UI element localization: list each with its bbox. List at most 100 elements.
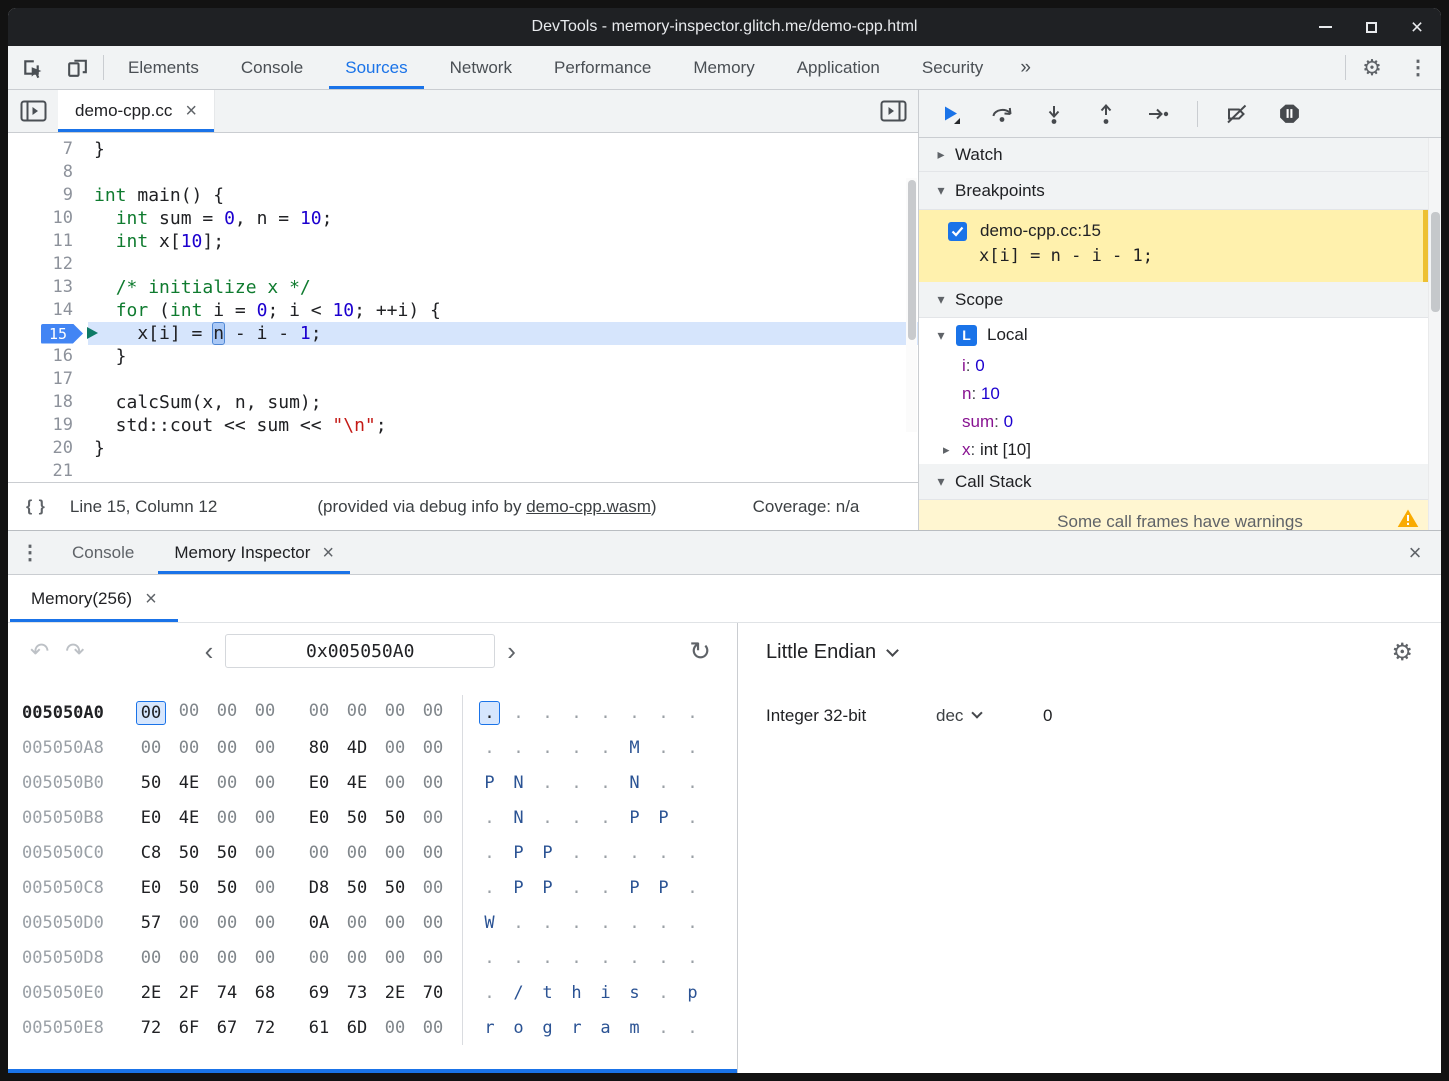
breakpoint-entry[interactable]: demo-cpp.cc:15 x[i] = n - i - 1; xyxy=(919,210,1428,282)
byte-cell[interactable]: 00 xyxy=(246,773,284,793)
resume-button[interactable] xyxy=(937,101,963,127)
byte-cell[interactable]: 00 xyxy=(300,948,338,968)
byte-cell[interactable]: 4E xyxy=(170,808,208,828)
byte-cell[interactable]: 00 xyxy=(376,843,414,863)
ascii-cell[interactable]: r xyxy=(562,1018,591,1038)
byte-cell[interactable]: 57 xyxy=(132,913,170,933)
ascii-cell[interactable]: . xyxy=(533,808,562,828)
byte-cell[interactable]: 00 xyxy=(338,913,376,933)
byte-cell[interactable]: 61 xyxy=(300,1018,338,1038)
byte-cell[interactable]: 00 xyxy=(208,948,246,968)
byte-cell[interactable]: 00 xyxy=(246,913,284,933)
byte-cell[interactable]: 00 xyxy=(170,701,208,725)
ascii-cell[interactable]: t xyxy=(533,983,562,1003)
byte-cell[interactable]: 50 xyxy=(208,843,246,863)
tab-memory[interactable]: Memory xyxy=(672,46,775,89)
line-number[interactable]: 7 xyxy=(8,138,88,161)
memory-buffer-tab[interactable]: Memory(256) × xyxy=(10,575,178,622)
line-number[interactable]: 20 xyxy=(8,437,88,460)
drawer-menu-kebab-icon[interactable]: ⋮ xyxy=(8,531,52,574)
ascii-cell[interactable]: . xyxy=(620,843,649,863)
byte-cell[interactable]: 2E xyxy=(376,983,414,1003)
line-number[interactable]: 15 xyxy=(8,322,88,345)
step-out-button[interactable] xyxy=(1093,101,1119,127)
scope-local-row[interactable]: ▾ L Local xyxy=(919,318,1441,352)
close-icon[interactable]: × xyxy=(145,589,157,609)
ascii-cell[interactable]: . xyxy=(504,738,533,758)
ascii-cell[interactable]: P xyxy=(533,878,562,898)
ascii-cell[interactable]: . xyxy=(533,738,562,758)
ascii-cell[interactable]: s xyxy=(620,983,649,1003)
byte-cell[interactable]: 00 xyxy=(338,843,376,863)
line-number[interactable]: 17 xyxy=(8,368,88,391)
byte-cell[interactable]: 00 xyxy=(246,738,284,758)
ascii-cell[interactable]: . xyxy=(620,913,649,933)
tab-security[interactable]: Security xyxy=(901,46,1004,89)
ascii-cell[interactable]: . xyxy=(678,1018,707,1038)
byte-cell[interactable]: 00 xyxy=(414,808,452,828)
ascii-cell[interactable]: N xyxy=(504,808,533,828)
ascii-cell[interactable]: . xyxy=(475,808,504,828)
byte-cell[interactable]: E0 xyxy=(132,808,170,828)
ascii-cell[interactable]: . xyxy=(475,843,504,863)
ascii-cell[interactable]: . xyxy=(678,843,707,863)
byte-cell[interactable]: E0 xyxy=(300,808,338,828)
pretty-print-icon[interactable]: { } xyxy=(26,498,46,516)
ascii-cell[interactable]: . xyxy=(649,703,678,723)
scope-section-header[interactable]: ▾ Scope xyxy=(919,282,1441,318)
byte-cell[interactable]: 4E xyxy=(338,773,376,793)
ascii-cell[interactable]: i xyxy=(591,983,620,1003)
ascii-cell[interactable]: . xyxy=(591,843,620,863)
ascii-cell[interactable]: . xyxy=(678,878,707,898)
line-number[interactable]: 10 xyxy=(8,207,88,230)
ascii-cell[interactable]: . xyxy=(533,703,562,723)
byte-cell[interactable]: 50 xyxy=(376,878,414,898)
byte-cell[interactable]: 00 xyxy=(132,948,170,968)
ascii-cell[interactable]: . xyxy=(678,808,707,828)
byte-cell[interactable]: 00 xyxy=(170,738,208,758)
byte-cell[interactable]: 00 xyxy=(414,948,452,968)
byte-cell[interactable]: 00 xyxy=(208,773,246,793)
ascii-cell[interactable]: . xyxy=(649,773,678,793)
close-icon[interactable]: × xyxy=(322,543,334,563)
watch-section-header[interactable]: ▸ Watch xyxy=(919,138,1441,172)
line-number[interactable]: 21 xyxy=(8,460,88,482)
ascii-cell[interactable]: . xyxy=(591,878,620,898)
scope-variable[interactable]: ▸x: int [10] xyxy=(919,436,1441,464)
ascii-cell[interactable]: . xyxy=(678,738,707,758)
file-tab-demo-cpp[interactable]: demo-cpp.cc × xyxy=(58,90,215,132)
ascii-cell[interactable]: P xyxy=(504,843,533,863)
close-icon[interactable]: × xyxy=(185,101,197,121)
tab-sources[interactable]: Sources xyxy=(324,46,428,89)
byte-cell[interactable]: 00 xyxy=(414,701,452,725)
ascii-cell[interactable]: p xyxy=(678,983,707,1003)
ascii-cell[interactable]: . xyxy=(678,773,707,793)
byte-cell[interactable]: 50 xyxy=(170,878,208,898)
line-number[interactable]: 9 xyxy=(8,184,88,207)
sidebar-scrollbar[interactable] xyxy=(1428,138,1441,530)
byte-cell[interactable]: 50 xyxy=(338,878,376,898)
ascii-cell[interactable]: . xyxy=(591,948,620,968)
code-editor[interactable]: 7}89int main() {10 int sum = 0, n = 10;1… xyxy=(8,133,918,482)
ascii-cell[interactable]: . xyxy=(591,703,620,723)
byte-cell[interactable]: 50 xyxy=(338,808,376,828)
more-panels-button[interactable]: » xyxy=(1004,46,1047,89)
ascii-cell[interactable]: a xyxy=(591,1018,620,1038)
ascii-cell[interactable]: g xyxy=(533,1018,562,1038)
tab-application[interactable]: Application xyxy=(776,46,901,89)
step-button[interactable] xyxy=(1145,101,1171,127)
byte-cell[interactable]: 00 xyxy=(246,701,284,725)
ascii-cell[interactable]: M xyxy=(620,738,649,758)
ascii-cell[interactable]: . xyxy=(504,703,533,723)
deactivate-breakpoints-button[interactable] xyxy=(1224,101,1250,127)
byte-cell[interactable]: 00 xyxy=(414,1018,452,1038)
byte-cell[interactable]: 68 xyxy=(246,983,284,1003)
next-page-button[interactable]: › xyxy=(507,638,516,664)
step-into-button[interactable] xyxy=(1041,101,1067,127)
byte-cell[interactable]: 00 xyxy=(376,913,414,933)
byte-cell[interactable]: 00 xyxy=(246,878,284,898)
byte-cell[interactable]: 50 xyxy=(376,808,414,828)
byte-cell[interactable]: 00 xyxy=(170,948,208,968)
close-drawer-button[interactable]: × xyxy=(1389,531,1441,574)
byte-cell[interactable]: 00 xyxy=(208,738,246,758)
